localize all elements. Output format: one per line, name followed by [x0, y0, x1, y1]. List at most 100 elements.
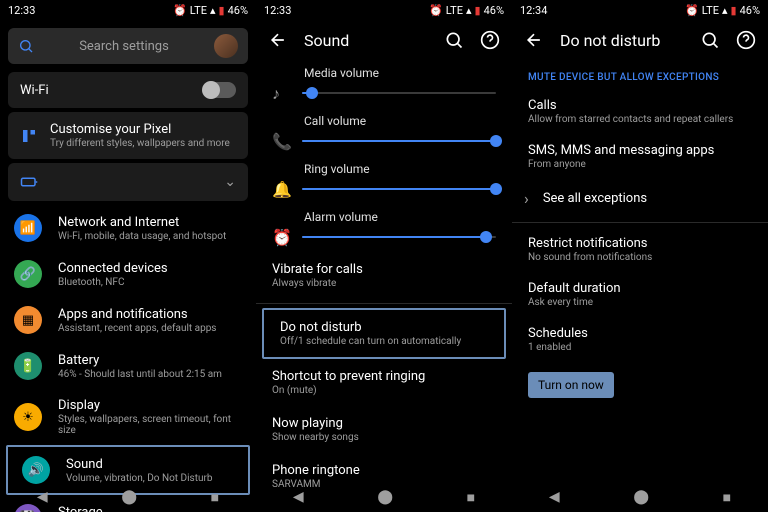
sound-item[interactable]: Do not disturbOff/1 schedule can turn on… [262, 308, 506, 359]
customise-card[interactable]: Customise your Pixel Try different style… [8, 112, 248, 159]
slider-icon: 📞 [272, 132, 290, 150]
item-title: Phone ringtone [272, 463, 496, 478]
item-sub: Off/1 schedule can turn on automatically [280, 336, 488, 347]
dnd-panel: 12:34 ⏰LTE▴▮46% Do not disturb MUTE DEVI… [512, 0, 768, 512]
item-title: Now playing [272, 416, 496, 431]
item-sub: On (mute) [272, 385, 496, 396]
header: Do not disturb [512, 20, 768, 60]
item-sub: Allow from starred contacts and repeat c… [528, 114, 752, 125]
item-sub: Ask every time [528, 297, 752, 308]
alarm-icon: ⏰ [173, 4, 187, 17]
dnd-item[interactable]: SMS, MMS and messaging appsFrom anyone [512, 134, 768, 179]
item-title: Display [58, 398, 242, 413]
turn-on-button[interactable]: Turn on now [528, 372, 614, 398]
item-icon: ▦ [14, 306, 42, 334]
item-sub: Assistant, recent apps, default apps [58, 323, 242, 334]
alarm-icon: ⏰ [685, 4, 699, 17]
sound-panel: 12:33 ⏰LTE▴▮46% Sound Media volume ♪ Call … [256, 0, 512, 512]
dnd-item[interactable]: CallsAllow from starred contacts and rep… [512, 89, 768, 134]
item-sub: No sound from notifications [528, 252, 752, 263]
slider-track[interactable] [302, 92, 496, 94]
item-sub: 1 enabled [528, 342, 752, 353]
avatar[interactable] [214, 34, 238, 58]
settings-item[interactable]: 📶 Network and InternetWi-Fi, mobile, data… [0, 205, 256, 251]
customise-sub: Try different styles, wallpapers and mor… [50, 138, 236, 149]
item-title: Connected devices [58, 261, 242, 276]
clock: 12:33 [264, 4, 291, 17]
search-bar[interactable]: Search settings [8, 28, 248, 64]
slider-track[interactable] [302, 140, 496, 142]
item-icon: 🔗 [14, 260, 42, 288]
back-icon[interactable] [524, 30, 544, 50]
clock: 12:34 [520, 4, 547, 17]
help-icon[interactable] [736, 30, 756, 50]
back-icon[interactable] [268, 30, 288, 50]
item-sub: Bluetooth, NFC [58, 277, 242, 288]
settings-item[interactable]: 🔗 Connected devicesBluetooth, NFC [0, 251, 256, 297]
slider-icon: ♪ [272, 84, 290, 102]
item-title: Network and Internet [58, 215, 242, 230]
nav-bar: ◀ ⬤ ■ [0, 482, 256, 512]
nav-back[interactable]: ◀ [37, 489, 48, 505]
item-sub: 46% - Should last until about 2:15 am [58, 369, 242, 380]
dnd-item[interactable]: Schedules1 enabled [512, 317, 768, 362]
search-icon[interactable] [444, 30, 464, 50]
dnd-item[interactable]: Restrict notificationsNo sound from noti… [512, 227, 768, 272]
battery-card[interactable]: ⌄ [8, 163, 248, 201]
nav-bar: ◀ ⬤ ■ [512, 482, 768, 512]
item-icon: 🔊 [22, 456, 50, 484]
search-icon[interactable] [700, 30, 720, 50]
settings-panel: 12:33 ⏰ LTE ▴ ▮ 46% Search settings Wi-F… [0, 0, 256, 512]
see-all-label: See all exceptions [543, 191, 647, 206]
nav-bar: ◀ ⬤ ■ [256, 482, 512, 512]
alarm-icon: ⏰ [429, 4, 443, 17]
battery-icon [20, 173, 38, 191]
nav-home[interactable]: ⬤ [377, 489, 393, 505]
customise-title: Customise your Pixel [50, 122, 236, 137]
nav-back[interactable]: ◀ [549, 489, 560, 505]
volume-slider: Call volume 📞 [256, 108, 512, 156]
item-title: Sound [66, 457, 234, 472]
item-icon: 🔋 [14, 352, 42, 380]
chevron-right-icon: › [524, 189, 529, 208]
settings-item[interactable]: 🔋 Battery46% - Should last until about 2:… [0, 343, 256, 389]
customise-icon [20, 127, 38, 145]
slider-track[interactable] [302, 188, 496, 190]
slider-label: Media volume [304, 66, 496, 80]
item-sub: Wi-Fi, mobile, data usage, and hotspot [58, 231, 242, 242]
nav-recent[interactable]: ■ [211, 489, 219, 506]
page-title: Sound [304, 31, 428, 50]
item-icon: 📶 [14, 214, 42, 242]
item-title: Schedules [528, 326, 752, 341]
wifi-card[interactable]: Wi-Fi [8, 72, 248, 108]
item-sub: Show nearby songs [272, 432, 496, 443]
sound-item[interactable]: Vibrate for callsAlways vibrate [256, 252, 512, 299]
wifi-toggle[interactable] [204, 82, 236, 98]
slider-track[interactable] [302, 236, 496, 238]
volume-slider: Alarm volume⏰ [256, 204, 512, 252]
settings-item[interactable]: ▦Apps and notificationsAssistant, recent… [0, 297, 256, 343]
sound-item[interactable]: Now playingShow nearby songs [256, 406, 512, 453]
item-title: Battery [58, 353, 242, 368]
dnd-item[interactable]: Default durationAsk every time [512, 272, 768, 317]
item-icon: ☀ [14, 403, 42, 431]
item-title: Calls [528, 98, 752, 113]
see-all-exceptions[interactable]: › See all exceptions [512, 179, 768, 218]
nav-recent[interactable]: ■ [467, 489, 475, 506]
slider-label: Alarm volume [304, 210, 496, 224]
slider-icon: 🔔 [272, 180, 290, 198]
item-title: SMS, MMS and messaging apps [528, 143, 752, 158]
item-title: Do not disturb [280, 320, 488, 335]
nav-recent[interactable]: ■ [723, 489, 731, 506]
nav-home[interactable]: ⬤ [633, 489, 649, 505]
settings-item[interactable]: ☀DisplayStyles, wallpapers, screen timeo… [0, 389, 256, 445]
status-bar: 12:33 ⏰LTE▴▮46% [256, 0, 512, 20]
slider-label: Call volume [304, 114, 496, 128]
sound-item[interactable]: Shortcut to prevent ringingOn (mute) [256, 359, 512, 406]
item-title: Vibrate for calls [272, 262, 496, 277]
help-icon[interactable] [480, 30, 500, 50]
nav-back[interactable]: ◀ [293, 489, 304, 505]
item-sub: Always vibrate [272, 278, 496, 289]
slider-label: Ring volume [304, 162, 496, 176]
nav-home[interactable]: ⬤ [121, 489, 137, 505]
